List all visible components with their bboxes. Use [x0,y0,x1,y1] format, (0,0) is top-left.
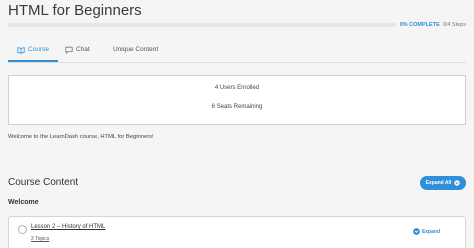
course-title: HTML for Beginners [8,2,142,19]
course-welcome-text: Welcome to the LearnDash course, HTML fo… [8,134,154,140]
seats-remaining-text: 6 Seats Remaining [211,104,263,110]
lesson-row: Lesson 2 – History of HTML 2 Topics Expa… [8,216,466,248]
lesson-title-link[interactable]: Lesson 2 – History of HTML [31,224,105,230]
users-enrolled-text: 4 Users Enrolled [214,85,260,91]
tab-course[interactable]: Course [8,42,58,62]
course-stats-box: 4 Users Enrolled 6 Seats Remaining [8,75,466,125]
chevron-down-icon [413,228,420,235]
lesson-status-icon [18,225,27,234]
book-icon [17,47,25,54]
lesson-topics-link[interactable]: 2 Topics [31,236,49,242]
progress-steps: 0/4 Steps [442,22,466,28]
expand-all-label: Expand All [425,180,452,186]
progress-status: 0% COMPLETE 0/4 Steps [395,22,466,28]
progress-percent: 0% COMPLETE [399,22,440,28]
course-content-heading: Course Content [8,177,79,188]
tab-course-label: Course [28,46,49,53]
lesson-expand-button[interactable]: Expand [413,228,440,235]
chevron-down-icon [454,180,461,186]
tab-chat-label: Chat [76,46,90,53]
tab-unique-content-label: Unique Content [113,46,159,53]
tab-chat[interactable]: Chat [65,42,95,62]
lesson-expand-label: Expand [421,228,440,235]
expand-all-button[interactable]: Expand All [420,176,466,190]
chat-icon [65,46,73,54]
tab-unique-content[interactable]: Unique Content [113,42,168,62]
section-label-welcome: Welcome [8,199,39,206]
course-tabs: Course Chat Unique Content [8,42,466,63]
